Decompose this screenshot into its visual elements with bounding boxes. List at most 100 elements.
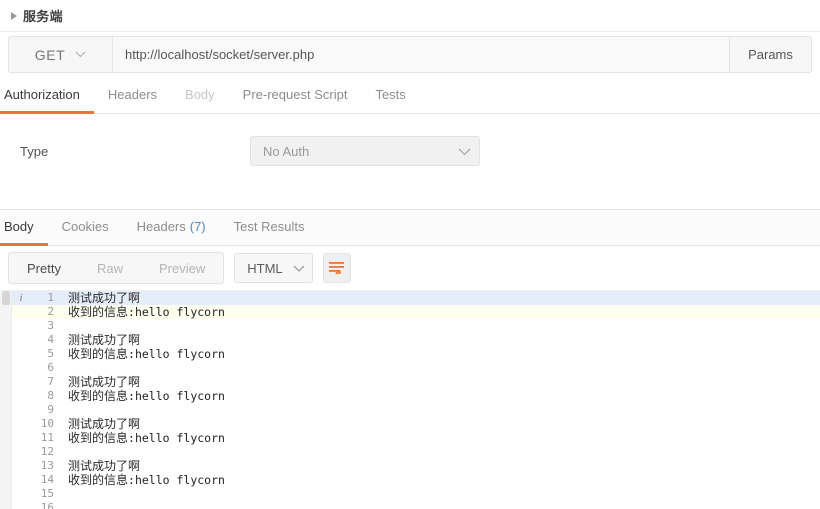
gutter-spacer bbox=[12, 445, 30, 459]
word-wrap-icon bbox=[328, 260, 346, 276]
line-number: 15 bbox=[40, 487, 54, 500]
line-number: 14 bbox=[40, 473, 54, 486]
code-line[interactable]: 10 测试成功了啊 bbox=[12, 417, 820, 431]
gutter-spacer bbox=[12, 305, 30, 319]
gutter-spacer bbox=[12, 459, 30, 473]
line-content bbox=[56, 403, 820, 417]
code-line[interactable]: 2 收到的信息:hello flycorn bbox=[12, 305, 820, 319]
response-tab-test-results[interactable]: Test Results bbox=[220, 210, 319, 246]
code-line[interactable]: 14 收到的信息:hello flycorn bbox=[12, 473, 820, 487]
line-number: 16 bbox=[40, 501, 54, 509]
line-content-mono: :hello flycorn bbox=[128, 347, 225, 361]
gutter-spacer bbox=[12, 473, 30, 487]
response-body-scrollbar[interactable] bbox=[0, 291, 12, 509]
line-content-cjk: 测试成功了啊 bbox=[68, 333, 141, 347]
code-line[interactable]: 6 bbox=[12, 361, 820, 375]
line-content bbox=[56, 319, 820, 333]
auth-type-row: Type No Auth bbox=[0, 114, 820, 166]
line-content-cjk: 测试成功了啊 bbox=[68, 291, 141, 305]
gutter-spacer bbox=[12, 417, 30, 431]
response-format-toolbar: Pretty Raw Preview HTML bbox=[0, 246, 820, 290]
response-headers-count: (7) bbox=[189, 219, 206, 234]
tab-pre-request-script[interactable]: Pre-request Script bbox=[229, 78, 362, 114]
line-content: 测试成功了啊 bbox=[56, 375, 820, 389]
code-line[interactable]: 7 测试成功了啊 bbox=[12, 375, 820, 389]
chevron-down-icon bbox=[293, 265, 305, 272]
tab-body[interactable]: Body bbox=[171, 78, 229, 114]
tab-authorization[interactable]: Authorization bbox=[0, 78, 94, 114]
gutter-spacer bbox=[12, 361, 30, 375]
request-tabs: Authorization Headers Body Pre-request S… bbox=[0, 77, 820, 114]
params-button[interactable]: Params bbox=[730, 36, 812, 73]
response-tab-body[interactable]: Body bbox=[0, 210, 48, 246]
line-number: 3 bbox=[47, 319, 54, 332]
view-mode-pretty[interactable]: Pretty bbox=[9, 253, 79, 283]
line-number: 9 bbox=[47, 403, 54, 416]
code-line[interactable]: 13 测试成功了啊 bbox=[12, 459, 820, 473]
code-line[interactable]: 11 收到的信息:hello flycorn bbox=[12, 431, 820, 445]
tab-tests[interactable]: Tests bbox=[361, 78, 419, 114]
line-content-cjk: 收到的信息 bbox=[68, 389, 129, 403]
line-content: 收到的信息:hello flycorn bbox=[56, 347, 820, 361]
line-number: 13 bbox=[40, 459, 54, 472]
code-line[interactable]: 4 测试成功了啊 bbox=[12, 333, 820, 347]
auth-type-value: No Auth bbox=[263, 143, 310, 159]
line-content: 测试成功了啊 bbox=[56, 291, 820, 305]
code-line[interactable]: 16 bbox=[12, 501, 820, 509]
response-format-value: HTML bbox=[247, 260, 283, 276]
response-tab-headers[interactable]: Headers (7) bbox=[123, 210, 220, 246]
line-content bbox=[56, 501, 820, 509]
line-content: 测试成功了啊 bbox=[56, 417, 820, 431]
line-content-cjk: 测试成功了啊 bbox=[68, 375, 141, 389]
response-body-viewer: i 1 测试成功了啊 2 收到的信息:hello flycorn 3 4 测试成功了啊 5 收到的… bbox=[0, 290, 820, 509]
tab-headers[interactable]: Headers bbox=[94, 78, 171, 114]
response-body-scroll: i 1 测试成功了啊 2 收到的信息:hello flycorn 3 4 测试成功了啊 5 收到的… bbox=[12, 291, 820, 509]
line-content: 收到的信息:hello flycorn bbox=[56, 473, 820, 487]
line-content-cjk: 收到的信息 bbox=[68, 431, 129, 445]
auth-type-select[interactable]: No Auth bbox=[250, 136, 480, 166]
request-url-field[interactable] bbox=[112, 36, 730, 73]
line-content-cjk: 收到的信息 bbox=[68, 347, 129, 361]
gutter-spacer bbox=[12, 319, 30, 333]
line-content: 收到的信息:hello flycorn bbox=[56, 305, 820, 319]
line-number: 11 bbox=[40, 431, 54, 444]
gutter-spacer bbox=[12, 403, 30, 417]
word-wrap-toggle-button[interactable] bbox=[322, 253, 351, 283]
view-mode-preview[interactable]: Preview bbox=[141, 253, 223, 283]
request-url-input[interactable] bbox=[113, 47, 729, 62]
line-content bbox=[56, 487, 820, 501]
chevron-down-icon bbox=[75, 51, 86, 58]
http-method-label: GET bbox=[34, 46, 66, 63]
line-content-cjk: 测试成功了啊 bbox=[68, 459, 141, 473]
gutter-spacer bbox=[12, 375, 30, 389]
view-mode-raw[interactable]: Raw bbox=[79, 253, 141, 283]
line-number: 2 bbox=[47, 305, 54, 318]
caret-right-icon[interactable] bbox=[8, 10, 20, 22]
line-number: 7 bbox=[47, 375, 54, 388]
line-content: 测试成功了啊 bbox=[56, 333, 820, 347]
response-body-lines: i 1 测试成功了啊 2 收到的信息:hello flycorn 3 4 测试成功了啊 5 收到的… bbox=[12, 291, 820, 509]
line-content-mono: :hello flycorn bbox=[128, 389, 225, 403]
breadcrumb: 服务端 bbox=[0, 0, 820, 32]
line-content: 测试成功了啊 bbox=[56, 459, 820, 473]
response-tab-headers-label: Headers bbox=[136, 219, 186, 234]
gutter-spacer bbox=[12, 347, 30, 361]
code-line[interactable]: 9 bbox=[12, 403, 820, 417]
line-content bbox=[56, 361, 820, 375]
line-content-cjk: 收到的信息 bbox=[68, 473, 129, 487]
line-content-mono: :hello flycorn bbox=[128, 431, 225, 445]
code-line[interactable]: 15 bbox=[12, 487, 820, 501]
response-tab-cookies[interactable]: Cookies bbox=[48, 210, 123, 246]
response-format-select[interactable]: HTML bbox=[234, 253, 313, 283]
line-number: 6 bbox=[47, 361, 54, 374]
code-line[interactable]: 8 收到的信息:hello flycorn bbox=[12, 389, 820, 403]
scrollbar-thumb[interactable] bbox=[2, 291, 10, 305]
code-line[interactable]: i 1 测试成功了啊 bbox=[12, 291, 820, 305]
http-method-select[interactable]: GET bbox=[8, 36, 112, 73]
code-line[interactable]: 3 bbox=[12, 319, 820, 333]
line-content: 收到的信息:hello flycorn bbox=[56, 431, 820, 445]
code-line[interactable]: 5 收到的信息:hello flycorn bbox=[12, 347, 820, 361]
gutter-spacer bbox=[12, 501, 30, 509]
code-line[interactable]: 12 bbox=[12, 445, 820, 459]
response-tab-test-results-label: Test Results bbox=[233, 219, 305, 234]
